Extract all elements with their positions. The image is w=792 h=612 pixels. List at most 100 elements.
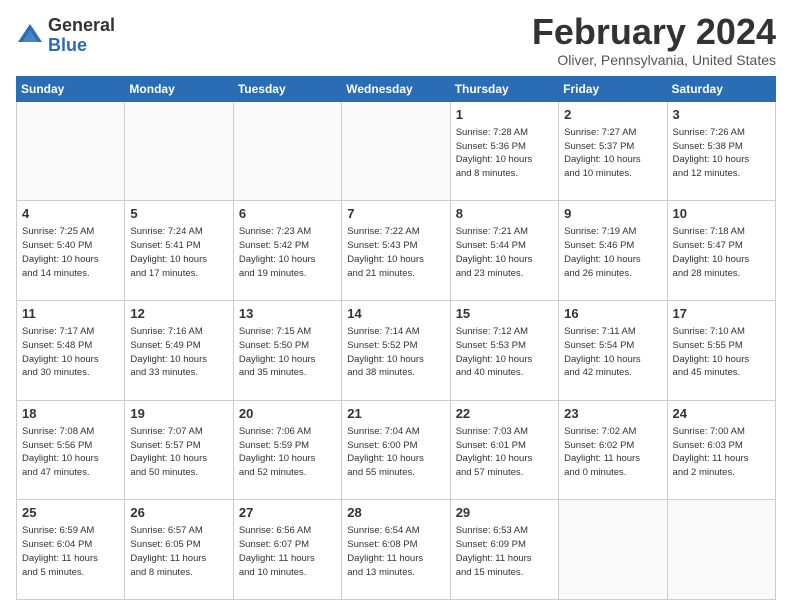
col-tuesday: Tuesday <box>233 76 341 101</box>
calendar-cell: 9 Sunrise: 7:19 AMSunset: 5:46 PMDaylight… <box>559 201 667 301</box>
day-info: Sunrise: 7:22 AMSunset: 5:43 PMDaylight:… <box>347 225 444 280</box>
day-number: 28 <box>347 504 444 522</box>
day-info: Sunrise: 7:15 AMSunset: 5:50 PMDaylight:… <box>239 325 336 380</box>
col-sunday: Sunday <box>17 76 125 101</box>
day-info: Sunrise: 7:18 AMSunset: 5:47 PMDaylight:… <box>673 225 770 280</box>
day-number: 6 <box>239 205 336 223</box>
day-info: Sunrise: 7:06 AMSunset: 5:59 PMDaylight:… <box>239 425 336 480</box>
title-block: February 2024 Oliver, Pennsylvania, Unit… <box>532 12 776 68</box>
day-number: 22 <box>456 405 553 423</box>
logo-general: General <box>48 15 115 35</box>
day-info: Sunrise: 7:12 AMSunset: 5:53 PMDaylight:… <box>456 325 553 380</box>
logo-text: General Blue <box>48 16 115 56</box>
day-info: Sunrise: 7:25 AMSunset: 5:40 PMDaylight:… <box>22 225 119 280</box>
calendar-cell: 14 Sunrise: 7:14 AMSunset: 5:52 PMDayligh… <box>342 300 450 400</box>
calendar-cell <box>17 101 125 201</box>
day-number: 20 <box>239 405 336 423</box>
day-number: 7 <box>347 205 444 223</box>
calendar-cell: 1 Sunrise: 7:28 AMSunset: 5:36 PMDaylight… <box>450 101 558 201</box>
day-info: Sunrise: 7:27 AMSunset: 5:37 PMDaylight:… <box>564 126 661 181</box>
day-number: 16 <box>564 305 661 323</box>
col-monday: Monday <box>125 76 233 101</box>
day-number: 4 <box>22 205 119 223</box>
calendar-cell: 19 Sunrise: 7:07 AMSunset: 5:57 PMDayligh… <box>125 400 233 500</box>
calendar-cell: 25 Sunrise: 6:59 AMSunset: 6:04 PMDayligh… <box>17 500 125 600</box>
day-info: Sunrise: 7:08 AMSunset: 5:56 PMDaylight:… <box>22 425 119 480</box>
day-info: Sunrise: 7:28 AMSunset: 5:36 PMDaylight:… <box>456 126 553 181</box>
calendar-cell: 29Sunrise: 6:53 AMSunset: 6:09 PMDayligh… <box>450 500 558 600</box>
calendar-week-2: 11 Sunrise: 7:17 AMSunset: 5:48 PMDayligh… <box>17 300 776 400</box>
calendar-cell: 17Sunrise: 7:10 AMSunset: 5:55 PMDayligh… <box>667 300 775 400</box>
calendar-week-0: 1 Sunrise: 7:28 AMSunset: 5:36 PMDaylight… <box>17 101 776 201</box>
day-info: Sunrise: 7:11 AMSunset: 5:54 PMDaylight:… <box>564 325 661 380</box>
calendar-cell <box>342 101 450 201</box>
calendar-cell: 5 Sunrise: 7:24 AMSunset: 5:41 PMDaylight… <box>125 201 233 301</box>
calendar-cell: 8Sunrise: 7:21 AMSunset: 5:44 PMDaylight… <box>450 201 558 301</box>
day-info: Sunrise: 7:24 AMSunset: 5:41 PMDaylight:… <box>130 225 227 280</box>
calendar-header-row: Sunday Monday Tuesday Wednesday Thursday… <box>17 76 776 101</box>
calendar-cell: 15Sunrise: 7:12 AMSunset: 5:53 PMDayligh… <box>450 300 558 400</box>
day-info: Sunrise: 7:00 AMSunset: 6:03 PMDaylight:… <box>673 425 770 480</box>
calendar-cell: 16 Sunrise: 7:11 AMSunset: 5:54 PMDayligh… <box>559 300 667 400</box>
day-number: 9 <box>564 205 661 223</box>
day-number: 27 <box>239 504 336 522</box>
day-number: 10 <box>673 205 770 223</box>
calendar-cell: 27Sunrise: 6:56 AMSunset: 6:07 PMDayligh… <box>233 500 341 600</box>
day-number: 11 <box>22 305 119 323</box>
calendar-cell: 24Sunrise: 7:00 AMSunset: 6:03 PMDayligh… <box>667 400 775 500</box>
calendar-cell: 2 Sunrise: 7:27 AMSunset: 5:37 PMDaylight… <box>559 101 667 201</box>
calendar-cell: 11 Sunrise: 7:17 AMSunset: 5:48 PMDayligh… <box>17 300 125 400</box>
day-info: Sunrise: 7:26 AMSunset: 5:38 PMDaylight:… <box>673 126 770 181</box>
calendar-cell: 10 Sunrise: 7:18 AMSunset: 5:47 PMDayligh… <box>667 201 775 301</box>
calendar: Sunday Monday Tuesday Wednesday Thursday… <box>16 76 776 600</box>
calendar-cell: 13 Sunrise: 7:15 AMSunset: 5:50 PMDayligh… <box>233 300 341 400</box>
header: General Blue February 2024 Oliver, Penns… <box>16 12 776 68</box>
calendar-cell <box>667 500 775 600</box>
page: General Blue February 2024 Oliver, Penns… <box>0 0 792 612</box>
day-number: 2 <box>564 106 661 124</box>
logo-icon <box>16 22 44 50</box>
day-info: Sunrise: 7:16 AMSunset: 5:49 PMDaylight:… <box>130 325 227 380</box>
day-info: Sunrise: 7:17 AMSunset: 5:48 PMDaylight:… <box>22 325 119 380</box>
day-info: Sunrise: 6:54 AMSunset: 6:08 PMDaylight:… <box>347 524 444 579</box>
calendar-cell: 22Sunrise: 7:03 AMSunset: 6:01 PMDayligh… <box>450 400 558 500</box>
day-number: 19 <box>130 405 227 423</box>
day-number: 26 <box>130 504 227 522</box>
day-info: Sunrise: 7:19 AMSunset: 5:46 PMDaylight:… <box>564 225 661 280</box>
calendar-cell: 6 Sunrise: 7:23 AMSunset: 5:42 PMDaylight… <box>233 201 341 301</box>
calendar-cell: 18Sunrise: 7:08 AMSunset: 5:56 PMDayligh… <box>17 400 125 500</box>
location: Oliver, Pennsylvania, United States <box>532 52 776 68</box>
col-thursday: Thursday <box>450 76 558 101</box>
calendar-cell <box>233 101 341 201</box>
day-info: Sunrise: 7:04 AMSunset: 6:00 PMDaylight:… <box>347 425 444 480</box>
calendar-cell <box>559 500 667 600</box>
day-info: Sunrise: 7:23 AMSunset: 5:42 PMDaylight:… <box>239 225 336 280</box>
calendar-cell: 26 Sunrise: 6:57 AMSunset: 6:05 PMDayligh… <box>125 500 233 600</box>
day-number: 25 <box>22 504 119 522</box>
calendar-week-4: 25 Sunrise: 6:59 AMSunset: 6:04 PMDayligh… <box>17 500 776 600</box>
day-number: 23 <box>564 405 661 423</box>
calendar-cell: 23 Sunrise: 7:02 AMSunset: 6:02 PMDayligh… <box>559 400 667 500</box>
day-info: Sunrise: 7:02 AMSunset: 6:02 PMDaylight:… <box>564 425 661 480</box>
calendar-cell: 7 Sunrise: 7:22 AMSunset: 5:43 PMDaylight… <box>342 201 450 301</box>
day-number: 1 <box>456 106 553 124</box>
col-saturday: Saturday <box>667 76 775 101</box>
day-number: 5 <box>130 205 227 223</box>
calendar-cell: 3Sunrise: 7:26 AMSunset: 5:38 PMDaylight… <box>667 101 775 201</box>
calendar-cell: 21Sunrise: 7:04 AMSunset: 6:00 PMDayligh… <box>342 400 450 500</box>
col-wednesday: Wednesday <box>342 76 450 101</box>
day-info: Sunrise: 7:21 AMSunset: 5:44 PMDaylight:… <box>456 225 553 280</box>
day-info: Sunrise: 7:14 AMSunset: 5:52 PMDaylight:… <box>347 325 444 380</box>
calendar-week-3: 18Sunrise: 7:08 AMSunset: 5:56 PMDayligh… <box>17 400 776 500</box>
logo: General Blue <box>16 16 115 56</box>
day-number: 13 <box>239 305 336 323</box>
calendar-cell: 28 Sunrise: 6:54 AMSunset: 6:08 PMDayligh… <box>342 500 450 600</box>
day-info: Sunrise: 6:59 AMSunset: 6:04 PMDaylight:… <box>22 524 119 579</box>
day-info: Sunrise: 6:57 AMSunset: 6:05 PMDaylight:… <box>130 524 227 579</box>
calendar-cell: 4 Sunrise: 7:25 AMSunset: 5:40 PMDaylight… <box>17 201 125 301</box>
day-info: Sunrise: 7:10 AMSunset: 5:55 PMDaylight:… <box>673 325 770 380</box>
logo-blue: Blue <box>48 35 87 55</box>
day-info: Sunrise: 7:07 AMSunset: 5:57 PMDaylight:… <box>130 425 227 480</box>
calendar-week-1: 4 Sunrise: 7:25 AMSunset: 5:40 PMDaylight… <box>17 201 776 301</box>
day-number: 14 <box>347 305 444 323</box>
